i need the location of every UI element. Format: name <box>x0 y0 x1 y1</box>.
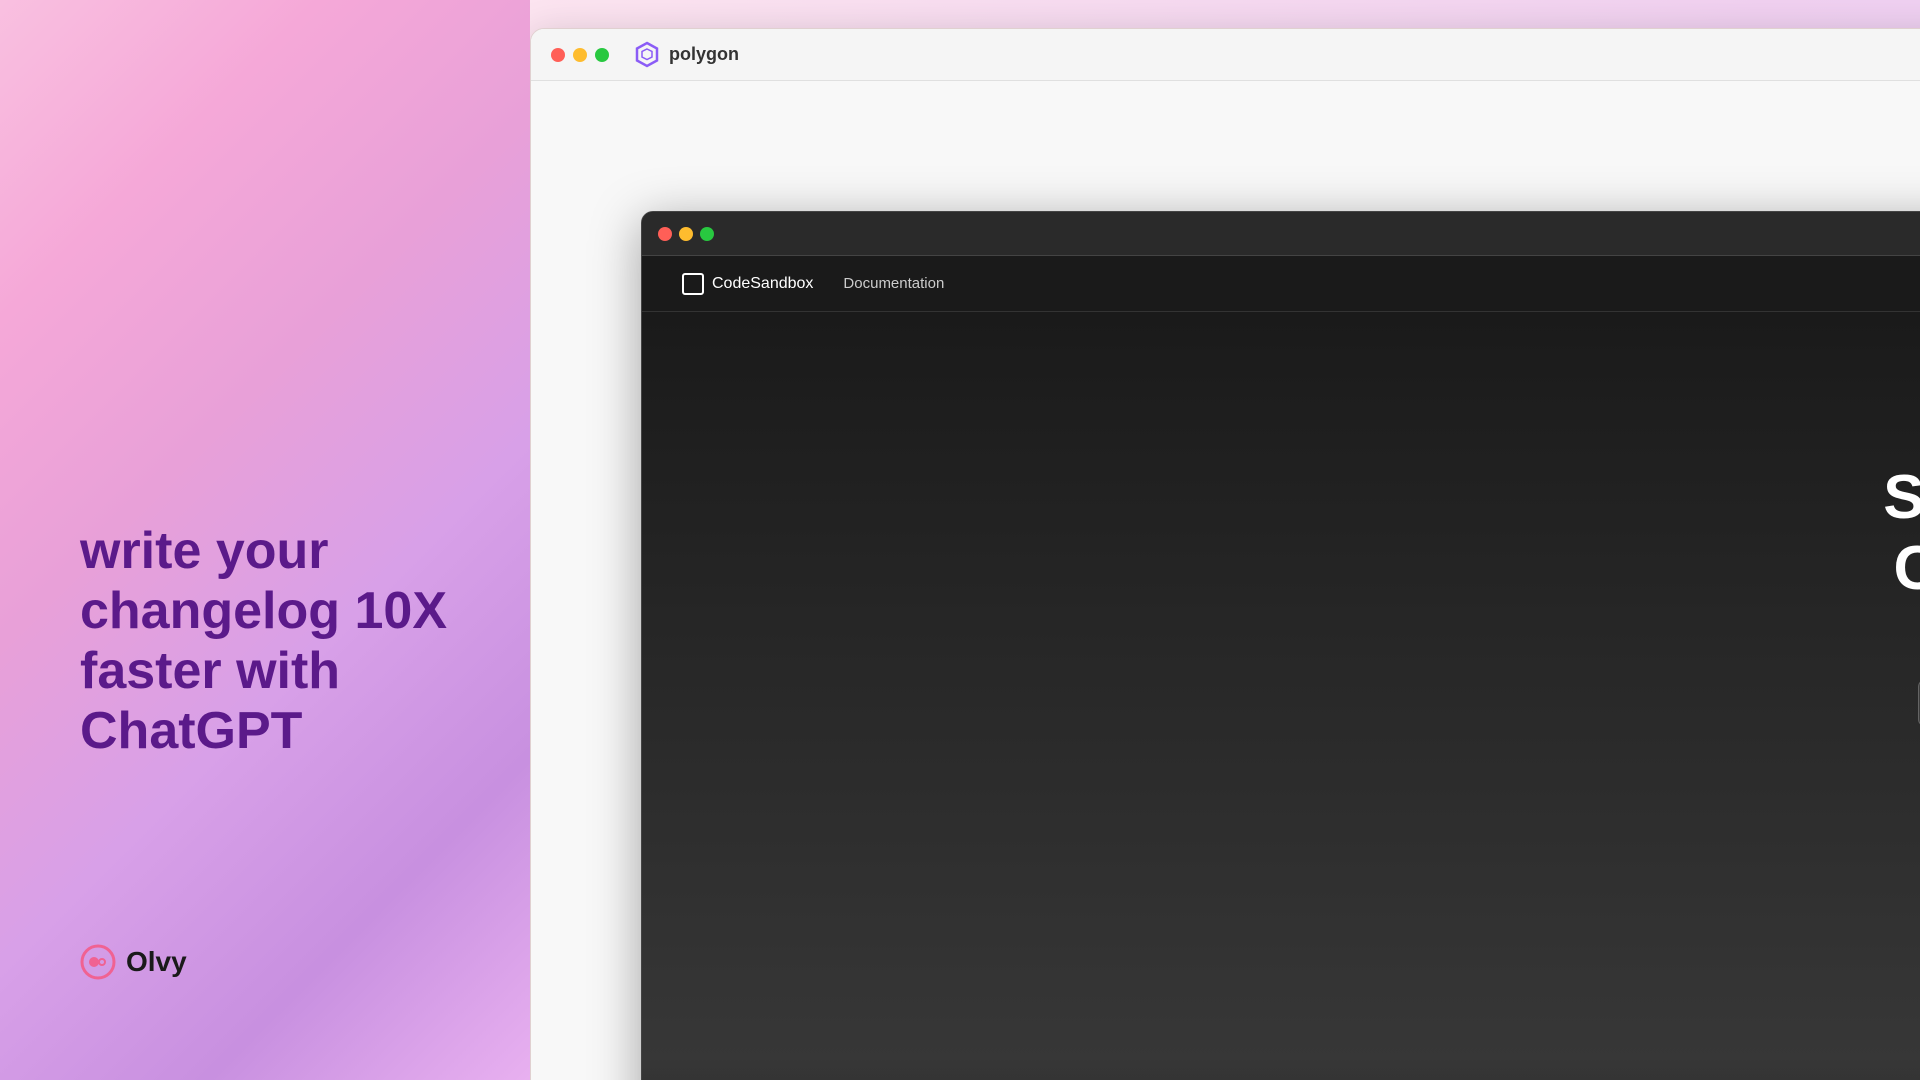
csb-heading: Stay up to d CodeSandb <box>1883 462 1920 605</box>
inner-traffic-light-green[interactable] <box>700 227 714 241</box>
polygon-logo: polygon <box>633 41 739 69</box>
outer-browser-content: CodeSandbox Documentation Stay up to d C… <box>531 81 1920 1080</box>
csb-heading-line2: CodeSandb <box>1883 533 1920 604</box>
outer-traffic-light-green[interactable] <box>595 48 609 62</box>
olvy-text: Olvy <box>126 946 187 978</box>
csb-logo: CodeSandbox <box>682 273 813 295</box>
left-panel: write your changelog 10X faster with Cha… <box>0 0 530 1080</box>
inner-browser: CodeSandbox Documentation Stay up to d C… <box>641 211 1920 1080</box>
outer-traffic-light-red[interactable] <box>551 48 565 62</box>
inner-browser-content: CodeSandbox Documentation Stay up to d C… <box>642 256 1920 1080</box>
csb-hero: Stay up to d CodeSandb Find out all the … <box>642 312 1920 1080</box>
csb-nav-documentation[interactable]: Documentation <box>843 275 944 292</box>
inner-browser-titlebar <box>642 212 1920 256</box>
olvy-icon <box>80 944 116 980</box>
csb-logo-box-icon <box>682 273 704 295</box>
csb-heading-line1: Stay up to d <box>1883 462 1920 533</box>
outer-browser-titlebar: polygon <box>531 29 1920 81</box>
olvy-logo: Olvy <box>80 944 450 980</box>
csb-subscribe-area: Subscribe to updates <box>682 679 1920 727</box>
headline: write your changelog 10X faster with Cha… <box>80 522 450 761</box>
csb-nav: CodeSandbox Documentation <box>642 256 1920 312</box>
outer-traffic-light-yellow[interactable] <box>573 48 587 62</box>
outer-browser: polygon CodeSandbox <box>530 28 1920 1080</box>
csb-logo-text: CodeSandbox <box>712 275 813 293</box>
polygon-hex-icon <box>633 41 661 69</box>
polygon-text: polygon <box>669 44 739 65</box>
inner-browser-fade-overlay <box>642 1058 1920 1080</box>
inner-traffic-light-red[interactable] <box>658 227 672 241</box>
right-panel: polygon CodeSandbox <box>530 0 1920 1080</box>
csb-filters: Categories ▾ Projects ▾ <box>682 777 1920 795</box>
inner-traffic-light-yellow[interactable] <box>679 227 693 241</box>
